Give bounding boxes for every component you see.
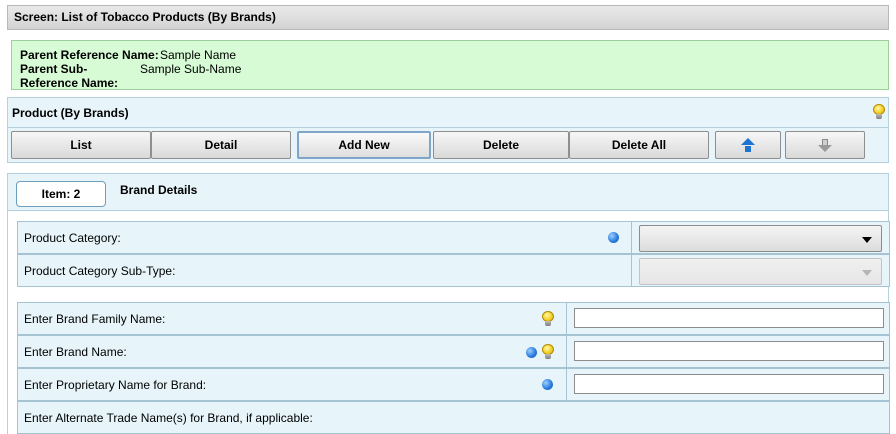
- parent-sub-reference-row: Parent Sub-Reference Name: Sample Sub-Na…: [20, 62, 888, 90]
- brand-family-name-label: Enter Brand Family Name:: [24, 312, 166, 326]
- parent-reference-value: Sample Name: [160, 48, 237, 62]
- chevron-down-icon: [862, 237, 872, 243]
- parent-reference-row: Parent Reference Name: Sample Name: [20, 48, 888, 62]
- brand-details-form: Product Category: Product Category Sub-T…: [7, 211, 890, 434]
- arrow-down-icon: [818, 139, 832, 153]
- product-category-select[interactable]: [639, 225, 882, 252]
- product-category-sub-type-label: Product Category Sub-Type:: [24, 264, 176, 278]
- section-title: Product (By Brands): [12, 106, 129, 120]
- toolbar: List Detail Add New Delete Delete All: [7, 128, 889, 163]
- required-dot-icon: [608, 232, 619, 243]
- item-title: Brand Details: [120, 183, 198, 197]
- parent-reference-panel: Parent Reference Name: Sample Name Paren…: [11, 40, 889, 90]
- column-divider: [631, 222, 632, 253]
- move-down-button[interactable]: [785, 131, 865, 159]
- list-button[interactable]: List: [11, 131, 151, 159]
- arrow-up-icon: [741, 138, 755, 153]
- column-divider: [566, 336, 567, 367]
- form-row-proprietary-name: Enter Proprietary Name for Brand:: [17, 368, 890, 401]
- column-divider: [566, 369, 567, 400]
- chevron-down-icon: [862, 270, 872, 276]
- form-row-product-category-sub-type: Product Category Sub-Type:: [17, 254, 890, 287]
- form-row-brand-name: Enter Brand Name:: [17, 335, 890, 368]
- brand-name-input[interactable]: [574, 341, 884, 361]
- lightbulb-icon[interactable]: [542, 311, 554, 327]
- item-header: Item: 2 Brand Details: [7, 173, 889, 211]
- screen-title: Screen: List of Tobacco Products (By Bra…: [7, 5, 889, 30]
- detail-button[interactable]: Detail: [151, 131, 291, 159]
- lightbulb-icon[interactable]: [542, 344, 554, 360]
- delete-all-button[interactable]: Delete All: [569, 131, 709, 159]
- column-divider: [566, 303, 567, 334]
- proprietary-name-input[interactable]: [574, 374, 884, 394]
- required-dot-icon: [542, 379, 553, 390]
- parent-sub-reference-value: Sample Sub-Name: [140, 62, 242, 76]
- alternate-trade-names-label: Enter Alternate Trade Name(s) for Brand,…: [24, 411, 313, 425]
- product-category-label: Product Category:: [24, 231, 121, 245]
- proprietary-name-label: Enter Proprietary Name for Brand:: [24, 378, 207, 392]
- column-divider: [631, 255, 632, 286]
- form-row-product-category: Product Category:: [17, 221, 890, 254]
- move-up-button[interactable]: [715, 131, 781, 159]
- parent-sub-reference-label: Parent Sub-Reference Name:: [20, 62, 119, 90]
- brand-name-label: Enter Brand Name:: [24, 345, 127, 359]
- form-row-alternate-trade-names: Enter Alternate Trade Name(s) for Brand,…: [17, 401, 890, 434]
- section-header: Product (By Brands): [7, 97, 889, 128]
- add-new-button[interactable]: Add New: [297, 131, 431, 159]
- required-dot-icon: [526, 347, 537, 358]
- product-category-sub-type-select[interactable]: [639, 258, 882, 285]
- lightbulb-icon[interactable]: [873, 104, 885, 120]
- form-row-brand-family-name: Enter Brand Family Name:: [17, 302, 890, 335]
- delete-button[interactable]: Delete: [433, 131, 569, 159]
- parent-reference-label: Parent Reference Name:: [20, 48, 159, 62]
- brand-family-name-input[interactable]: [574, 308, 884, 328]
- item-tab[interactable]: Item: 2: [16, 181, 106, 207]
